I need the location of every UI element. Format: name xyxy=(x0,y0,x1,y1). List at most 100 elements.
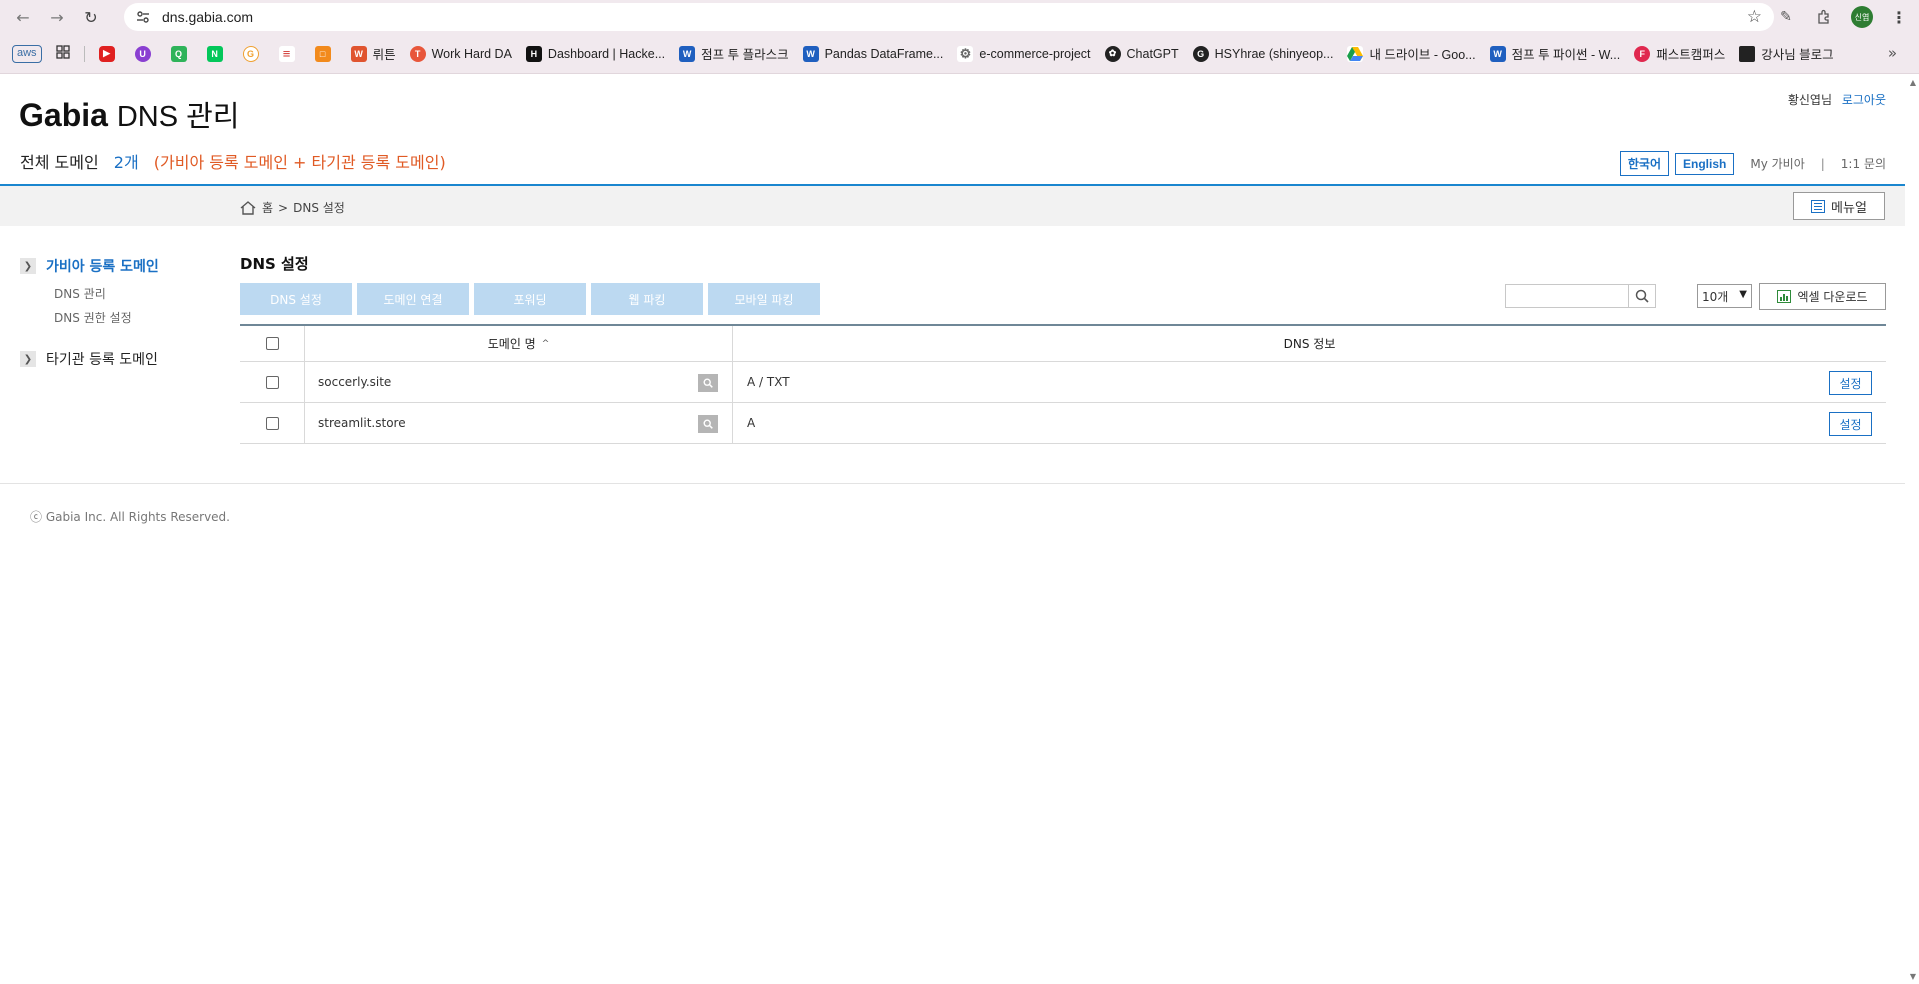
youtube-icon: ▶ xyxy=(98,45,115,62)
bookmark-star-icon[interactable]: ☆ xyxy=(1747,7,1762,27)
chatgpt-icon: ✿ xyxy=(1104,45,1121,62)
summary-description: (가비아 등록 도메인 + 타기관 등록 도메인) xyxy=(153,153,446,172)
wrtn-icon: W xyxy=(350,45,367,62)
bookmark-orange-circle[interactable]: G xyxy=(242,45,265,62)
settings-button[interactable]: 설정 xyxy=(1829,412,1872,436)
bookmark-aws[interactable]: aws xyxy=(12,44,42,63)
copyright-text: ⓒ Gabia Inc. All Rights Reserved. xyxy=(30,510,230,524)
purple-app-icon: U xyxy=(134,45,151,62)
wikidocs-icon: W xyxy=(679,45,696,62)
bookmarks-overflow-icon[interactable]: » xyxy=(1888,44,1897,62)
bookmark-fastcampus[interactable]: F 패스트캠퍼스 xyxy=(1634,44,1725,63)
sidebar-group-other[interactable]: ❯ 타기관 등록 도메인 xyxy=(20,349,158,369)
reload-icon[interactable]: ↻ xyxy=(80,6,102,28)
bookmarks-bar: aws ▶ U Q N G ≡ □ W 뤼튼 T Work Hard DA H Das… xyxy=(0,34,1919,74)
bookmark-chatgpt[interactable]: ✿ ChatGPT xyxy=(1104,45,1179,62)
box-icon: □ xyxy=(314,45,331,62)
sort-asc-icon: ^ xyxy=(541,338,550,349)
page-size-select[interactable]: 10개 ▼ xyxy=(1697,284,1752,308)
my-gabia-link[interactable]: My 가비아 xyxy=(1750,155,1804,172)
tab-mobile-parking[interactable]: 모바일 파킹 xyxy=(708,283,820,315)
action-tabs: DNS 설정 도메인 연결 포워딩 웹 파킹 모바일 파킹 xyxy=(240,283,825,315)
sidebar-item-dns-permission[interactable]: DNS 권한 설정 xyxy=(54,309,132,326)
summary-label: 전체 도메인 xyxy=(20,153,99,172)
blog-icon xyxy=(1739,45,1756,62)
bookmark-youtube[interactable]: ▶ xyxy=(98,45,121,62)
inquiry-link[interactable]: 1:1 문의 xyxy=(1841,155,1886,172)
scrollbar[interactable] xyxy=(1905,74,1919,984)
tab-web-parking[interactable]: 웹 파킹 xyxy=(591,283,703,315)
bookmark-google-drive[interactable]: 내 드라이브 - Goo... xyxy=(1347,44,1476,63)
bookmark-work-hard[interactable]: T Work Hard DA xyxy=(409,45,512,62)
brand-logo-text[interactable]: Gabia xyxy=(19,97,108,133)
orange-circle-icon: G xyxy=(242,45,259,62)
bookmark-hackerrank[interactable]: H Dashboard | Hacke... xyxy=(525,45,665,62)
bookmark-layers[interactable]: ≡ xyxy=(278,45,301,62)
sidebar-group-gabia[interactable]: ❯ 가비아 등록 도메인 xyxy=(20,256,159,276)
settings-button[interactable]: 설정 xyxy=(1829,371,1872,395)
bookmark-jump-flask[interactable]: W 점프 투 플라스크 xyxy=(679,44,789,63)
tab-dns-settings[interactable]: DNS 설정 xyxy=(240,283,352,315)
bookmark-github[interactable]: G HSYhrae (shinyeop... xyxy=(1192,45,1333,62)
breadcrumb: 홈 > DNS 설정 xyxy=(240,199,345,216)
back-arrow-icon[interactable]: ← xyxy=(12,6,34,28)
sidebar-item-dns-manage[interactable]: DNS 관리 xyxy=(54,285,106,302)
document-icon xyxy=(1811,199,1826,213)
lang-korean-button[interactable]: 한국어 xyxy=(1619,151,1669,176)
table-header-row: 도메인 명 ^ DNS 정보 xyxy=(240,326,1886,362)
column-header-domain[interactable]: 도메인 명 ^ xyxy=(305,326,733,361)
tab-domain-connect[interactable]: 도메인 연결 xyxy=(357,283,469,315)
magnifier-icon[interactable] xyxy=(698,374,718,392)
google-drive-icon xyxy=(1347,45,1364,62)
bookmark-jump-python[interactable]: W 점프 투 파이썬 - W... xyxy=(1489,44,1620,63)
bookmark-wrtn[interactable]: W 뤼튼 xyxy=(350,44,396,63)
profile-avatar[interactable]: 신엽 xyxy=(1851,6,1873,28)
select-all-checkbox[interactable] xyxy=(265,337,279,350)
bookmark-purple-app[interactable]: U xyxy=(134,45,157,62)
magnifier-icon[interactable] xyxy=(698,415,718,433)
site-title-suffix: DNS 관리 xyxy=(116,101,240,133)
chevron-right-icon: ❯ xyxy=(20,351,36,367)
home-icon[interactable] xyxy=(240,200,256,215)
hackerrank-icon: H xyxy=(525,45,542,62)
bookmark-instructor-blog[interactable]: 강사님 블로그 xyxy=(1739,44,1834,63)
site-settings-icon[interactable] xyxy=(134,8,152,26)
search-input[interactable] xyxy=(1505,284,1629,308)
user-name: 황신엽님 xyxy=(1787,93,1832,107)
logout-link[interactable]: 로그아웃 xyxy=(1842,93,1886,107)
reading-mode-icon[interactable]: ✎ xyxy=(1775,6,1797,28)
top-link-separator: | xyxy=(1820,156,1825,171)
forward-arrow-icon[interactable]: → xyxy=(46,6,68,28)
lang-english-button[interactable]: English xyxy=(1675,152,1735,175)
gear-icon: ⚙ xyxy=(957,45,974,62)
bookmark-apps[interactable] xyxy=(55,45,70,62)
browser-menu-icon[interactable]: ⋮ xyxy=(1891,8,1907,27)
breadcrumb-current: DNS 설정 xyxy=(293,201,345,215)
bookmark-ecommerce[interactable]: ⚙ e-commerce-project xyxy=(957,45,1091,62)
url-text[interactable]: dns.gabia.com xyxy=(162,9,253,25)
domain-table: 도메인 명 ^ DNS 정보 soccerly.site A / TXT 설정 … xyxy=(240,324,1886,444)
bookmark-naver[interactable]: N xyxy=(206,45,229,62)
bookmark-box[interactable]: □ xyxy=(314,45,337,62)
work-hard-icon: T xyxy=(409,45,426,62)
green-app-icon: Q xyxy=(170,45,187,62)
extensions-puzzle-icon[interactable] xyxy=(1813,6,1835,28)
manual-button[interactable]: 메뉴얼 xyxy=(1793,192,1885,220)
chevron-right-icon: ❯ xyxy=(20,258,36,274)
dns-info: A / TXT xyxy=(747,375,790,389)
bookmark-pandas[interactable]: W Pandas DataFrame... xyxy=(802,45,943,62)
address-bar[interactable]: dns.gabia.com ☆ xyxy=(124,3,1774,31)
user-area: 황신엽님 로그아웃 xyxy=(1788,91,1886,108)
excel-download-button[interactable]: 엑셀 다운로드 xyxy=(1759,283,1886,310)
wikidocs-icon: W xyxy=(1489,45,1506,62)
row-checkbox[interactable] xyxy=(265,375,279,389)
scroll-down-icon[interactable]: ▼ xyxy=(1910,972,1916,981)
naver-icon: N xyxy=(206,45,223,62)
row-checkbox[interactable] xyxy=(265,416,279,430)
bookmark-green-app[interactable]: Q xyxy=(170,45,193,62)
top-links: 한국어 English My 가비아 | 1:1 문의 xyxy=(1614,151,1886,176)
search-icon[interactable] xyxy=(1628,284,1656,308)
scroll-up-icon[interactable]: ▲ xyxy=(1910,78,1916,87)
tab-forwarding[interactable]: 포워딩 xyxy=(474,283,586,315)
breadcrumb-home[interactable]: 홈 xyxy=(262,199,273,216)
